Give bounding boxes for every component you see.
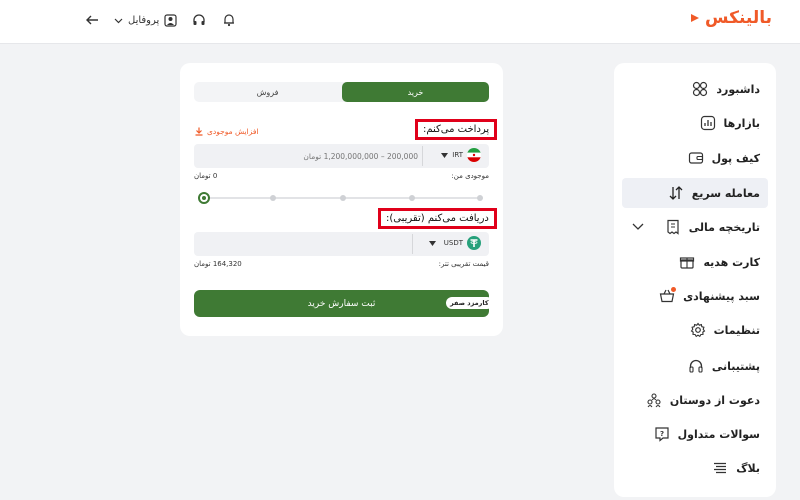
user-icon bbox=[164, 13, 177, 27]
pay-amount-input[interactable] bbox=[200, 148, 418, 164]
brand-logo[interactable]: بالینکس bbox=[689, 8, 772, 28]
chevron-down-icon bbox=[632, 220, 644, 232]
tether-icon bbox=[467, 236, 481, 250]
caret-down-icon bbox=[428, 240, 436, 246]
swap-icon bbox=[668, 185, 684, 201]
slider-stop-75[interactable] bbox=[409, 195, 415, 201]
sidebar-item-settings[interactable]: تنظیمات bbox=[622, 315, 768, 345]
sidebar-item-label: کیف پول bbox=[711, 151, 760, 165]
sidebar-item-label: دعوت از دوستان bbox=[669, 393, 760, 407]
receive-currency-select[interactable]: USDT bbox=[428, 236, 481, 250]
receive-section-label: دریافت می‌کنم (تقریبی): bbox=[378, 208, 497, 229]
receive-currency-code: USDT bbox=[443, 239, 463, 247]
price-value: 164,320 تومان bbox=[194, 260, 242, 268]
field-divider bbox=[422, 146, 423, 166]
profile-menu[interactable]: پروفایل bbox=[114, 13, 177, 27]
sidebar-item-blog[interactable]: بلاگ bbox=[622, 453, 768, 483]
basket-icon bbox=[659, 287, 677, 304]
gear-icon bbox=[690, 322, 706, 338]
sidebar-item-label: بلاگ bbox=[736, 461, 760, 475]
sidebar-item-label: سوالات متداول bbox=[677, 427, 760, 441]
download-icon bbox=[195, 127, 203, 136]
sidebar-item-history[interactable]: تاریخچه مالی bbox=[622, 212, 768, 242]
sidebar-item-support[interactable]: پشتیبانی bbox=[622, 351, 768, 381]
logo-mark-icon bbox=[691, 14, 700, 22]
price-label: قیمت تقریبی تتر: bbox=[438, 260, 489, 268]
add-balance-link[interactable]: افزایش موجودی bbox=[195, 127, 259, 136]
caret-down-icon bbox=[441, 152, 449, 158]
sidebar-item-wallet[interactable]: کیف پول bbox=[622, 143, 768, 173]
faq-icon: ? bbox=[654, 426, 670, 442]
svg-text:?: ? bbox=[660, 430, 664, 438]
pay-currency-code: IRT bbox=[452, 151, 463, 159]
sidebar-item-label: داشبورد bbox=[716, 82, 760, 96]
balance-row: موجودی من: 0 تومان bbox=[194, 172, 489, 180]
slider-handle[interactable] bbox=[198, 192, 210, 204]
dashboard-icon bbox=[692, 81, 708, 97]
logo-text: بالینکس bbox=[705, 8, 772, 28]
iran-flag-icon bbox=[467, 148, 481, 162]
sidebar: داشبورد بازارها کیف پول معامله سریع تاری… bbox=[614, 63, 776, 497]
history-icon bbox=[665, 219, 681, 235]
slider-stop-25[interactable] bbox=[270, 195, 276, 201]
sidebar-item-markets[interactable]: بازارها bbox=[622, 108, 768, 138]
wallet-icon bbox=[688, 150, 704, 166]
tab-sell[interactable]: فروش bbox=[194, 82, 341, 102]
receive-amount-input[interactable] bbox=[200, 236, 418, 252]
sidebar-item-label: تنظیمات bbox=[713, 323, 760, 337]
sidebar-item-label: سبد پیشنهادی bbox=[683, 289, 760, 303]
profile-label: پروفایل bbox=[128, 14, 160, 26]
amount-slider[interactable] bbox=[198, 192, 483, 204]
pay-currency-select[interactable]: IRT bbox=[441, 148, 481, 162]
sidebar-item-label: معامله سریع bbox=[691, 186, 760, 200]
bell-icon[interactable] bbox=[221, 12, 237, 28]
sidebar-item-faq[interactable]: ? سوالات متداول bbox=[622, 419, 768, 449]
sidebar-item-label: بازارها bbox=[723, 116, 760, 130]
balance-label: موجودی من: bbox=[451, 172, 489, 180]
headset-icon bbox=[688, 358, 704, 374]
sidebar-item-basket[interactable]: سبد پیشنهادی bbox=[622, 281, 768, 311]
receive-amount-field: USDT bbox=[194, 232, 489, 256]
field-divider bbox=[412, 234, 413, 254]
sidebar-item-quick-trade[interactable]: معامله سریع bbox=[622, 178, 768, 208]
slider-stop-100[interactable] bbox=[477, 195, 483, 201]
notification-dot bbox=[671, 287, 677, 292]
top-header: بالینکس پروفایل bbox=[0, 0, 800, 44]
headset-icon[interactable] bbox=[191, 12, 207, 28]
blog-icon bbox=[712, 460, 728, 476]
sidebar-item-invite[interactable]: دعوت از دوستان bbox=[622, 385, 768, 415]
invite-icon bbox=[646, 392, 662, 408]
chevron-down-icon bbox=[114, 18, 123, 23]
header-actions: پروفایل bbox=[84, 12, 237, 28]
markets-icon bbox=[700, 115, 716, 131]
trade-tabs: فروش خرید bbox=[194, 82, 489, 102]
pay-section-label: پرداخت می‌کنم: bbox=[415, 119, 498, 140]
slider-stop-50[interactable] bbox=[340, 195, 346, 201]
zero-fee-badge: کارمزد صفر bbox=[446, 297, 493, 309]
sidebar-item-dashboard[interactable]: داشبورد bbox=[622, 74, 768, 104]
submit-buy-order-button[interactable]: ثبت سفارش خرید bbox=[194, 290, 489, 317]
back-arrow-icon[interactable] bbox=[84, 12, 100, 28]
balance-value: 0 تومان bbox=[194, 172, 218, 180]
sidebar-item-label: پشتیبانی bbox=[711, 359, 760, 373]
tab-buy[interactable]: خرید bbox=[342, 82, 489, 102]
sidebar-item-label: تاریخچه مالی bbox=[688, 220, 760, 234]
sidebar-item-gift-card[interactable]: کارت هدیه bbox=[622, 247, 768, 277]
gift-icon bbox=[679, 254, 695, 270]
add-balance-label: افزایش موجودی bbox=[207, 127, 259, 136]
pay-amount-field: IRT bbox=[194, 144, 489, 168]
price-row: قیمت تقریبی تتر: 164,320 تومان bbox=[194, 260, 489, 268]
sidebar-item-label: کارت هدیه bbox=[703, 255, 760, 269]
